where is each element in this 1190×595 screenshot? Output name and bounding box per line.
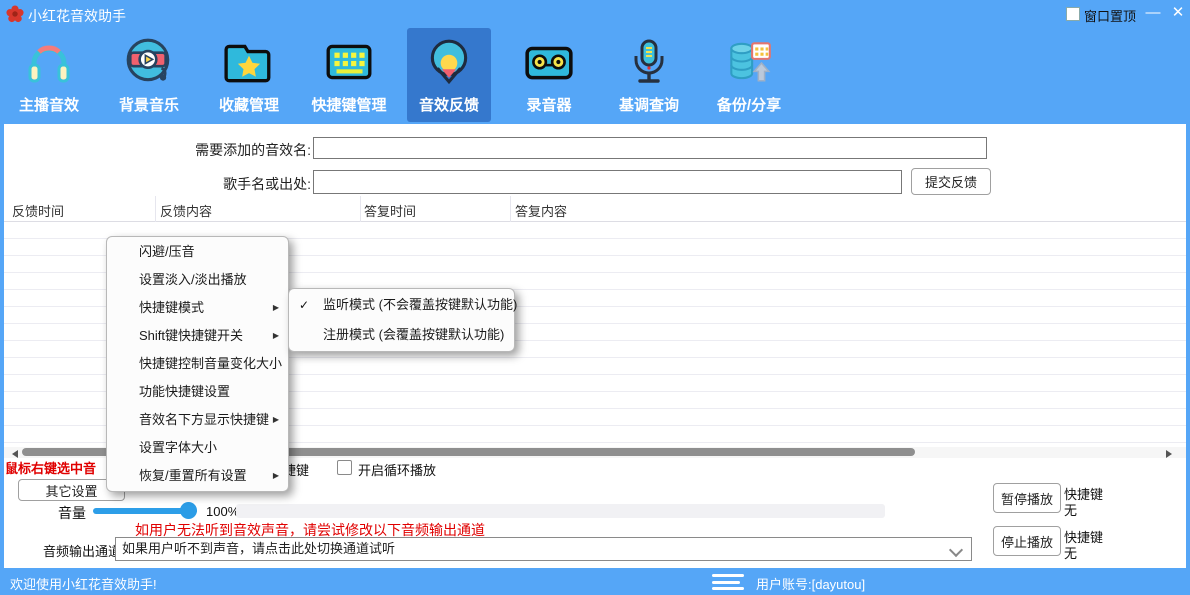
- column-header-reply-content[interactable]: 答复内容: [515, 201, 567, 220]
- toolbar-label: 备份/分享: [717, 94, 781, 115]
- submenu-arrow-icon: ▶: [273, 462, 279, 490]
- pause-hotkey-value: 无: [1064, 500, 1077, 519]
- stop-hotkey-value: 无: [1064, 543, 1077, 562]
- submenu-arrow-icon: ▶: [273, 406, 279, 434]
- menu-item-duck-audio[interactable]: 闪避/压音: [107, 238, 288, 266]
- hotkey-mode-submenu: ✓ 监听模式 (不会覆盖按键默认功能) 注册模式 (会覆盖按键默认功能): [288, 288, 515, 352]
- menu-item-hotkey-mode[interactable]: 快捷键模式▶: [107, 294, 288, 322]
- scroll-left-icon[interactable]: [12, 450, 18, 458]
- context-menu: 闪避/压音 设置淡入/淡出播放 快捷键模式▶ Shift键快捷键开关▶ 快捷键控…: [106, 236, 289, 492]
- toolbar-item-sfx-feedback[interactable]: 音效反馈: [407, 28, 491, 122]
- submenu-arrow-icon: ▶: [273, 322, 279, 350]
- minimize-button[interactable]: —: [1143, 4, 1163, 22]
- stop-play-button[interactable]: 停止播放: [993, 526, 1061, 556]
- audio-channel-select[interactable]: 如果用户听不到声音，请点击此处切换通道试听: [115, 537, 972, 561]
- loop-play-checkbox[interactable]: [337, 460, 352, 475]
- right-click-hint: 鼠标右键选中音: [5, 458, 96, 477]
- pause-play-button[interactable]: 暂停播放: [993, 483, 1061, 513]
- toolbar-label: 收藏管理: [219, 94, 279, 115]
- column-header-feedback-content[interactable]: 反馈内容: [160, 201, 212, 220]
- playback-progress-bar: [236, 504, 885, 518]
- close-button[interactable]: ✕: [1168, 4, 1188, 22]
- backup-share-icon: [723, 34, 775, 90]
- music-disc-icon: [123, 34, 175, 90]
- pin-window-label: 窗口置顶: [1084, 6, 1136, 25]
- star-folder-icon: [223, 34, 275, 90]
- toolbar-label: 录音器: [526, 94, 571, 115]
- menu-item-hotkey-volume-step[interactable]: 快捷键控制音量变化大小: [107, 350, 288, 378]
- app-flower-icon: [6, 5, 24, 23]
- checkmark-icon: ✓: [299, 290, 309, 320]
- submenu-item-register-mode[interactable]: 注册模式 (会覆盖按键默认功能): [289, 320, 514, 350]
- menu-item-reset-settings[interactable]: 恢复/重置所有设置▶: [107, 462, 288, 490]
- toolbar-item-backup-share[interactable]: 备份/分享: [707, 28, 791, 122]
- loop-play-label: 开启循环播放: [358, 460, 436, 479]
- toolbar-item-recorder[interactable]: 录音器: [507, 28, 591, 122]
- artist-input[interactable]: [313, 170, 902, 194]
- microphone-icon: [624, 34, 674, 90]
- chevron-down-icon: [949, 543, 963, 557]
- submenu-item-listen-mode[interactable]: ✓ 监听模式 (不会覆盖按键默认功能): [289, 290, 514, 320]
- artist-label: 歌手名或出处:: [150, 174, 311, 194]
- toolbar-label: 音效反馈: [419, 94, 479, 115]
- window-title: 小红花音效助手: [28, 6, 126, 26]
- toolbar-item-hotkey-manage[interactable]: 快捷键管理: [307, 28, 391, 122]
- volume-slider-thumb[interactable]: [180, 502, 197, 519]
- toolbar-label: 快捷键管理: [311, 94, 386, 115]
- sound-name-label: 需要添加的音效名:: [150, 140, 311, 160]
- submenu-arrow-icon: ▶: [273, 294, 279, 322]
- titlebar: 小红花音效助手 窗口置顶 — ✕: [0, 0, 1190, 28]
- audio-channel-label: 音频输出通道: [43, 541, 121, 560]
- headphones-icon: [24, 34, 74, 90]
- main-toolbar: 主播音效 背景音乐 收藏管理: [0, 28, 1190, 124]
- submit-feedback-button[interactable]: 提交反馈: [911, 168, 991, 195]
- feedback-icon: [423, 34, 475, 90]
- toolbar-label: 基调查询: [619, 94, 679, 115]
- cassette-icon: [522, 34, 576, 90]
- toolbar-item-key-query[interactable]: 基调查询: [607, 28, 691, 122]
- volume-label: 音量: [58, 503, 86, 523]
- toolbar-item-favorites[interactable]: 收藏管理: [207, 28, 291, 122]
- column-header-reply-time[interactable]: 答复时间: [364, 201, 416, 220]
- toolbar-label: 主播音效: [19, 94, 79, 115]
- menu-item-font-size[interactable]: 设置字体大小: [107, 434, 288, 462]
- menu-item-show-hotkey-under-name[interactable]: 音效名下方显示快捷键▶: [107, 406, 288, 434]
- volume-value: 100%: [206, 504, 239, 519]
- user-account-label: 用户账号:[dayutou]: [756, 574, 865, 593]
- menu-hamburger-icon[interactable]: [712, 574, 744, 590]
- sound-name-input[interactable]: [313, 137, 987, 159]
- column-header-feedback-time[interactable]: 反馈时间: [12, 201, 64, 220]
- toolbar-item-anchor-sfx[interactable]: 主播音效: [7, 28, 91, 122]
- scroll-right-icon[interactable]: [1166, 450, 1172, 458]
- toolbar-label: 背景音乐: [119, 94, 179, 115]
- menu-item-function-hotkeys[interactable]: 功能快捷键设置: [107, 378, 288, 406]
- menu-item-fade-in-out[interactable]: 设置淡入/淡出播放: [107, 266, 288, 294]
- keyboard-icon: [323, 34, 375, 90]
- statusbar: 欢迎使用小红花音效助手! 用户账号:[dayutou]: [0, 568, 1190, 595]
- audio-channel-value: 如果用户听不到声音，请点击此处切换通道试听: [122, 541, 395, 556]
- menu-item-shift-hotkey-toggle[interactable]: Shift键快捷键开关▶: [107, 322, 288, 350]
- toolbar-item-bg-music[interactable]: 背景音乐: [107, 28, 191, 122]
- app-window: 小红花音效助手 窗口置顶 — ✕ 主播音效: [0, 0, 1190, 595]
- status-welcome-text: 欢迎使用小红花音效助手!: [10, 574, 157, 593]
- pin-window-checkbox[interactable]: [1066, 7, 1080, 21]
